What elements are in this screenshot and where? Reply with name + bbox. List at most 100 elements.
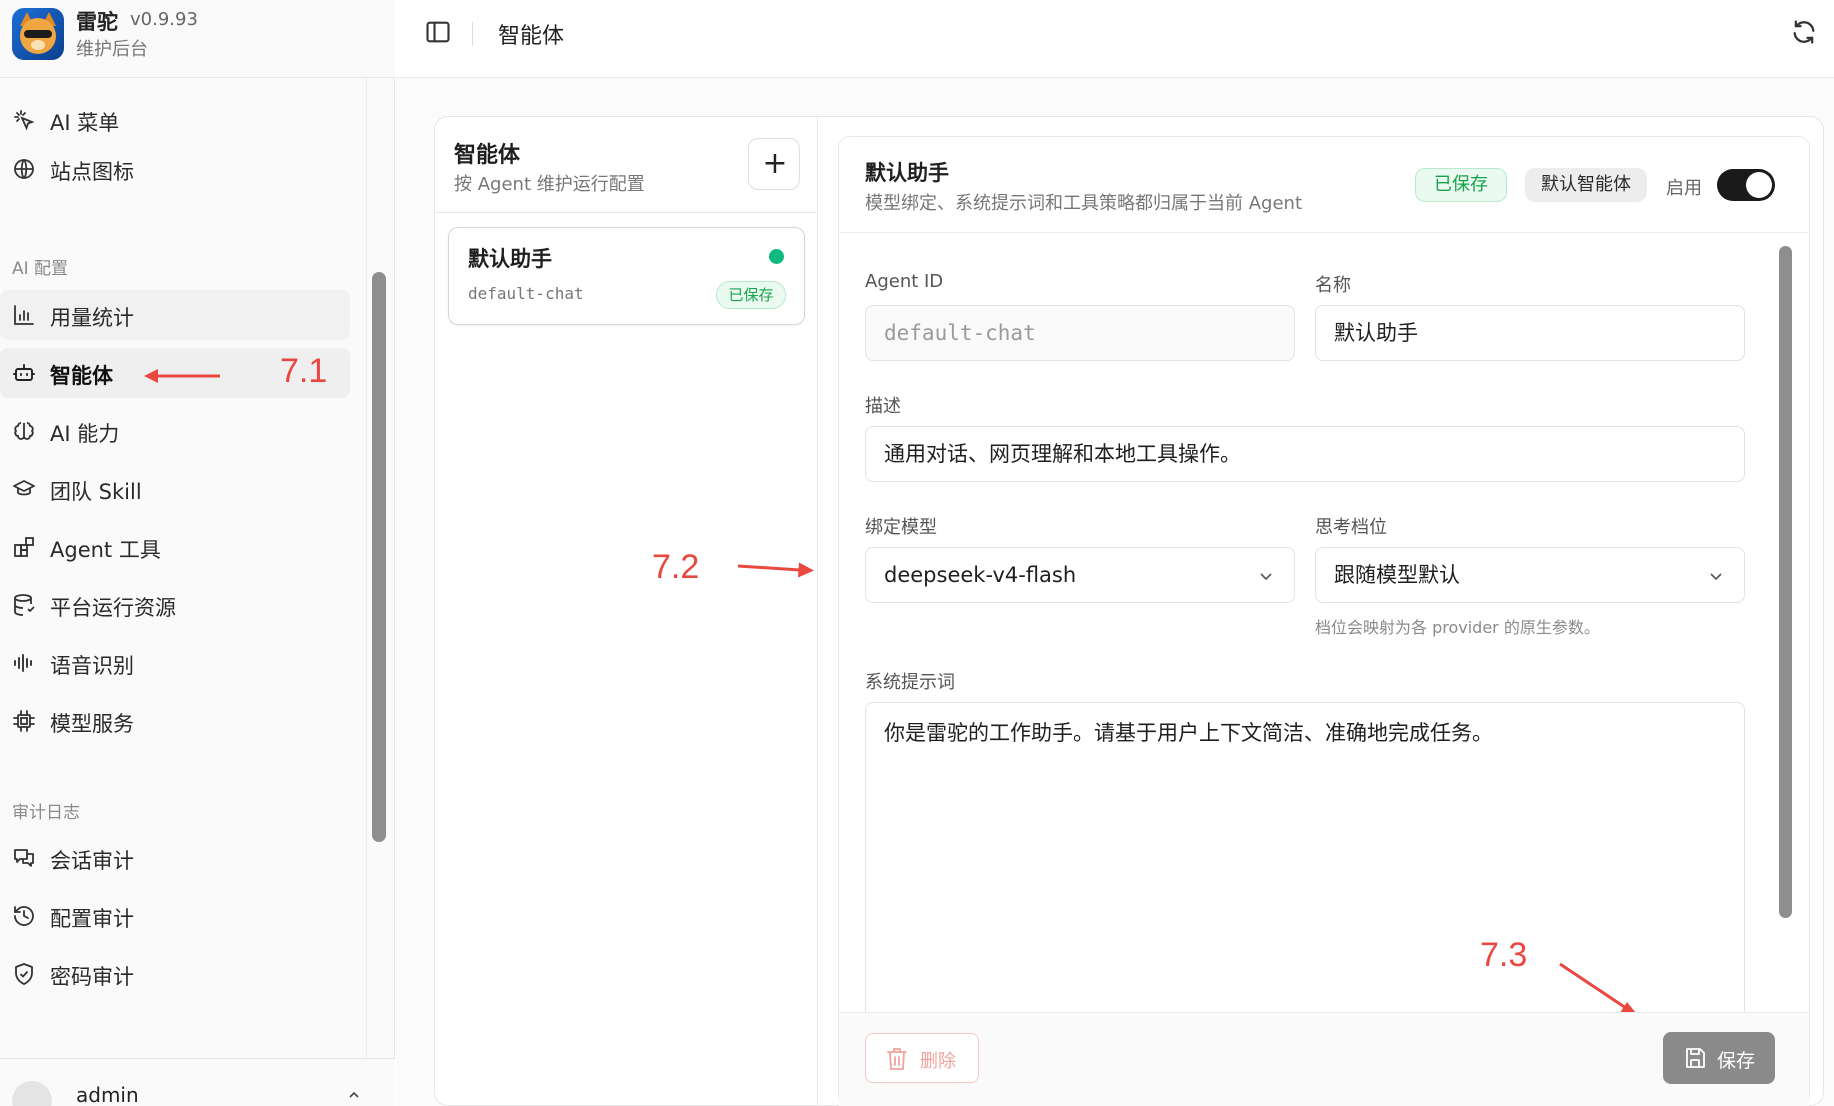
agent-id-field: default-chat — [865, 305, 1295, 361]
add-agent-button[interactable]: + — [748, 138, 800, 190]
sidebar-item-label: AI 能力 — [50, 422, 120, 446]
brand-subtitle: 维护后台 — [76, 39, 148, 60]
delete-button-label: 删除 — [920, 1051, 956, 1072]
sidebar-item-label: 智能体 — [50, 364, 113, 388]
save-button-label: 保存 — [1717, 1050, 1756, 1072]
brain-icon — [14, 422, 34, 440]
top-header — [396, 0, 1834, 78]
agent-list-title: 智能体 — [454, 143, 521, 168]
model-label: 绑定模型 — [865, 517, 937, 538]
sidebar-item-platform-resources[interactable]: 平台运行资源 — [0, 580, 350, 630]
model-select[interactable]: deepseek-v4-flash — [865, 547, 1295, 603]
save-icon — [1686, 1048, 1705, 1068]
agent-detail-header — [838, 136, 1810, 233]
agent-item-id: default-chat — [468, 284, 584, 303]
save-button[interactable]: 保存 — [1663, 1032, 1775, 1084]
avatar — [12, 1081, 52, 1106]
annotation-label-2: 7.2 — [652, 548, 700, 586]
page-title: 智能体 — [498, 24, 565, 49]
sidebar-item-label: 站点图标 — [50, 160, 134, 184]
agent-detail-subtitle: 模型绑定、系统提示词和工具策略都归属于当前 Agent — [865, 193, 1302, 214]
sidebar-item-ai-ability[interactable]: AI 能力 — [0, 406, 350, 456]
sidebar-item-session-audit[interactable]: 会话审计 — [0, 833, 350, 883]
graduation-cap-icon — [13, 480, 35, 496]
chevron-down-icon — [1260, 573, 1272, 581]
sidebar-item-label: 用量统计 — [50, 306, 134, 330]
sidebar-item-config-audit[interactable]: 配置审计 — [0, 891, 350, 941]
trash-icon — [887, 1048, 907, 1070]
delete-button[interactable]: 删除 — [865, 1033, 979, 1083]
brand-name: 雷驼 — [76, 10, 118, 34]
detail-scrollbar[interactable] — [1779, 246, 1792, 918]
brand-version: v0.9.93 — [130, 9, 198, 30]
annotation-label-3: 7.3 — [1480, 936, 1528, 974]
sidebar-item-team-skill[interactable]: 团队 Skill — [0, 464, 350, 514]
toggle-knob — [1746, 172, 1772, 198]
section-label-ai-config: AI 配置 — [12, 259, 69, 279]
chevron-up-icon — [349, 1091, 359, 1098]
robot-icon — [13, 364, 35, 381]
annotation-arrow-2 — [737, 562, 814, 578]
thinking-level-value: 跟随模型默认 — [1334, 563, 1460, 587]
sidebar-scrollbar[interactable] — [372, 272, 386, 842]
database-icon — [14, 594, 35, 616]
bar-chart-icon — [14, 305, 34, 325]
sidebar-item-label: 密码审计 — [50, 965, 134, 989]
status-badge: 已保存 — [716, 281, 786, 309]
section-label-audit: 审计日志 — [12, 803, 80, 823]
sidebar-item-label: 模型服务 — [50, 712, 134, 736]
sidebar-item-label: 会话审计 — [50, 849, 134, 873]
saved-status-badge: 已保存 — [1415, 168, 1507, 202]
globe-icon — [14, 159, 34, 179]
annotation-label-1: 7.1 — [280, 352, 328, 390]
chevron-down-icon — [1710, 573, 1722, 581]
sidebar-item-label: Agent 工具 — [50, 538, 161, 562]
name-label: 名称 — [1315, 275, 1351, 296]
thinking-level-hint: 档位会映射为各 provider 的原生参数。 — [1315, 618, 1600, 637]
sidebar-item-label: 平台运行资源 — [50, 596, 176, 620]
agent-item-name: 默认助手 — [468, 247, 552, 271]
sidebar: 雷驼 v0.9.93 维护后台 AI 菜单 站点图标 AI 配置 用量统计 智能… — [0, 0, 395, 1106]
shield-check-icon — [15, 963, 33, 985]
system-prompt-label: 系统提示词 — [865, 672, 955, 693]
status-dot — [769, 249, 784, 264]
thinking-level-label: 思考档位 — [1315, 517, 1387, 538]
agent-form: Agent ID default-chat 名称 默认助手 描述 通用对话、网页… — [839, 234, 1809, 1012]
refresh-icon[interactable] — [1790, 18, 1818, 46]
sidebar-item-label: 团队 Skill — [50, 480, 142, 504]
user-menu[interactable]: admin — [0, 1058, 395, 1106]
name-field[interactable]: 默认助手 — [1315, 305, 1745, 361]
audio-wave-icon — [14, 654, 32, 672]
sidebar-nav: AI 菜单 站点图标 AI 配置 用量统计 智能体 AI 能力 团队 Skill… — [0, 78, 395, 1058]
sparkle-pointer-icon — [14, 110, 35, 131]
sidebar-item-label: 配置审计 — [50, 907, 134, 931]
agent-list-subtitle: 按 Agent 维护运行配置 — [454, 174, 645, 195]
annotation-arrow-1 — [144, 369, 220, 383]
description-field[interactable]: 通用对话、网页理解和本地工具操作。 — [865, 426, 1745, 482]
sidebar-item-usage[interactable]: 用量统计 — [0, 290, 350, 340]
user-name: admin — [76, 1083, 139, 1106]
header-divider — [472, 22, 473, 46]
history-icon — [14, 906, 34, 926]
sidebar-item-ai-menu[interactable]: AI 菜单 — [0, 95, 350, 145]
sidebar-toggle-icon[interactable] — [424, 18, 452, 46]
list-item-agent[interactable] — [448, 227, 805, 325]
sidebar-item-speech[interactable]: 语音识别 — [0, 638, 350, 688]
description-label: 描述 — [865, 396, 901, 417]
sidebar-item-site-icon[interactable]: 站点图标 — [0, 144, 350, 194]
sidebar-item-agent-tools[interactable]: Agent 工具 — [0, 522, 350, 572]
enable-label: 启用 — [1666, 178, 1702, 199]
agent-detail-title: 默认助手 — [865, 161, 949, 185]
chat-bubbles-icon — [14, 849, 34, 867]
blocks-icon — [14, 537, 34, 557]
thinking-level-select[interactable]: 跟随模型默认 — [1315, 547, 1745, 603]
chip-icon — [13, 710, 35, 732]
sidebar-item-label: 语音识别 — [50, 654, 134, 678]
brand-header: 雷驼 v0.9.93 维护后台 — [0, 0, 395, 78]
enable-toggle[interactable] — [1717, 169, 1775, 201]
default-agent-badge: 默认智能体 — [1525, 168, 1647, 202]
brand-logo — [12, 8, 64, 60]
sidebar-item-model-service[interactable]: 模型服务 — [0, 696, 350, 746]
app-root: 雷驼 v0.9.93 维护后台 AI 菜单 站点图标 AI 配置 用量统计 智能… — [0, 0, 1834, 1106]
sidebar-item-password-audit[interactable]: 密码审计 — [0, 949, 350, 999]
